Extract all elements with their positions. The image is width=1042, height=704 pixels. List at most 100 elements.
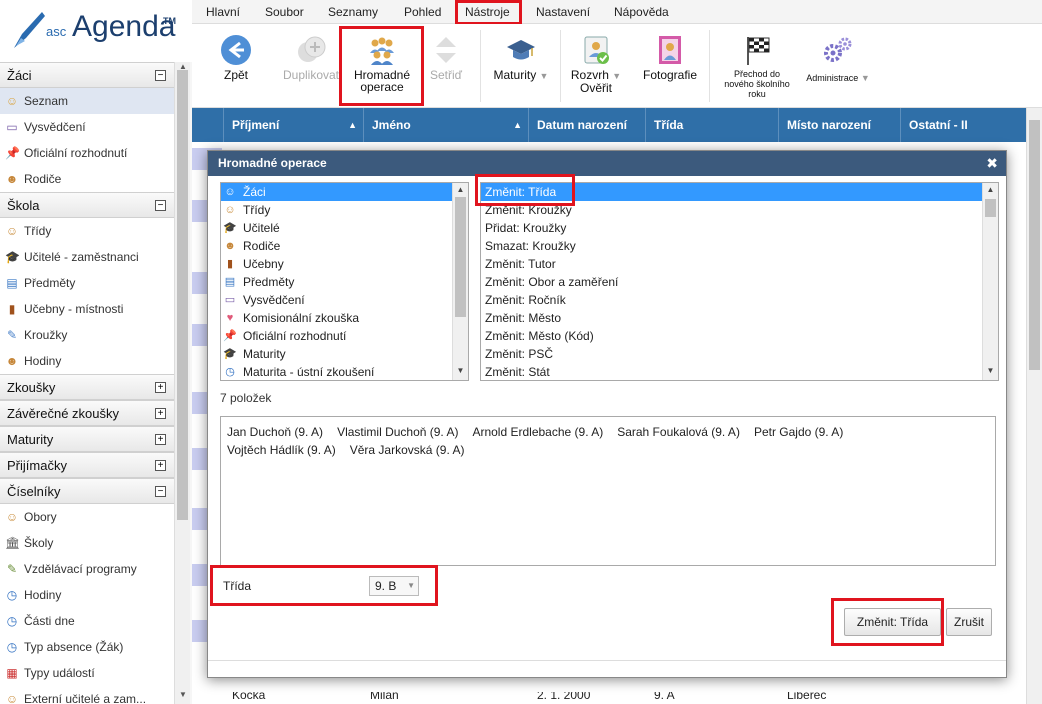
bulk-operations-button[interactable]: Hromadné operace xyxy=(346,24,418,108)
close-icon[interactable]: ✖ xyxy=(986,151,998,176)
sidebar-group-prijimacky[interactable]: Přijímačky + xyxy=(0,452,174,478)
menu-nastroje[interactable]: Nástroje xyxy=(465,0,510,24)
new-school-year-button[interactable]: Přechod do nového školního roku xyxy=(717,24,797,108)
list-item[interactable]: Změnit: Město xyxy=(481,309,982,327)
sidebar-item-ucebny[interactable]: ▮ Učebny - místnosti xyxy=(0,296,174,322)
sidebar-item-skoly[interactable]: 🏛 Školy xyxy=(0,530,174,556)
scroll-down-icon[interactable]: ▼ xyxy=(983,366,998,375)
sort-button[interactable]: Setřiď xyxy=(418,24,474,108)
sidebar-item-tridy[interactable]: ☺ Třídy xyxy=(0,218,174,244)
list-item[interactable]: ♥ Komisionální zkouška xyxy=(221,309,468,327)
list-item[interactable]: ▭ Vysvědčení xyxy=(221,291,468,309)
sidebar-item-obory[interactable]: ☺ Obory xyxy=(0,504,174,530)
sidebar-item-hodiny-skola[interactable]: ☻ Hodiny xyxy=(0,348,174,374)
expand-icon[interactable]: + xyxy=(155,460,166,471)
teacher-icon: 🎓 xyxy=(5,250,20,264)
list-item[interactable]: ☺ Třídy xyxy=(221,201,468,219)
list-item[interactable]: Změnit: Třída xyxy=(481,183,982,201)
class-select[interactable]: 9. B ▼ xyxy=(369,576,419,596)
list-item[interactable]: ▤ Předměty xyxy=(221,273,468,291)
expand-icon[interactable]: + xyxy=(155,382,166,393)
sidebar-item-ucitele[interactable]: 🎓 Učitelé - zaměstnanci xyxy=(0,244,174,270)
sidebar-item-seznam[interactable]: ☺ Seznam xyxy=(0,88,174,114)
column-trida[interactable]: Třída xyxy=(646,108,779,142)
sidebar-scroll-thumb[interactable] xyxy=(177,70,188,520)
expand-icon[interactable]: + xyxy=(155,408,166,419)
sidebar-group-skola[interactable]: Škola − xyxy=(0,192,174,218)
column-datum-narozeni[interactable]: Datum narození xyxy=(529,108,646,142)
sidebar-group-ciselniky[interactable]: Číselníky − xyxy=(0,478,174,504)
column-prijmeni[interactable]: Příjmení ▲ xyxy=(224,108,364,142)
list-item[interactable]: Změnit: Kroužky xyxy=(481,201,982,219)
scroll-down-icon[interactable]: ▼ xyxy=(178,690,188,699)
scroll-down-icon[interactable]: ▼ xyxy=(453,366,468,375)
list-item[interactable]: ◷ Maturita - ústní zkoušení xyxy=(221,363,468,380)
list-item[interactable]: ☺ Žáci xyxy=(221,183,468,201)
teacher-icon: 🎓 xyxy=(223,222,237,234)
column-jmeno[interactable]: Jméno ▲ xyxy=(364,108,529,142)
student-chip: Sarah Foukalová (9. A) xyxy=(617,425,740,439)
menu-soubor[interactable]: Soubor xyxy=(265,0,304,24)
sidebar-item-hodiny[interactable]: ◷ Hodiny xyxy=(0,582,174,608)
sidebar-item-rodice[interactable]: ☻ Rodiče xyxy=(0,166,174,192)
grid-scroll-thumb[interactable] xyxy=(1029,120,1040,370)
back-button[interactable]: Zpět xyxy=(202,24,270,108)
operation-list-scrollbar[interactable]: ▲ ▼ xyxy=(982,183,998,380)
sidebar-item-externi[interactable]: ☺ Externí učitelé a zam... xyxy=(0,686,174,704)
menu-hlavni[interactable]: Hlavní xyxy=(206,0,240,24)
scroll-up-icon[interactable]: ▲ xyxy=(453,185,468,194)
menu-pohled[interactable]: Pohled xyxy=(404,0,441,24)
list-item[interactable]: ☻ Rodiče xyxy=(221,237,468,255)
scroll-up-icon[interactable]: ▲ xyxy=(983,185,998,194)
column-ostatni[interactable]: Ostatní - II xyxy=(901,108,968,142)
entity-listbox[interactable]: ☺ Žáci ☺ Třídy 🎓 Učitelé ☻ Rodiče ▮ Učebny ▤ Předmě… xyxy=(220,182,469,381)
sidebar-scrollbar[interactable]: ▲ ▼ xyxy=(174,62,190,704)
collapse-icon[interactable]: − xyxy=(155,70,166,81)
table-row[interactable]: Kočka Milan 2. 1. 2000 9. A Liberec xyxy=(192,692,1026,704)
collapse-icon[interactable]: − xyxy=(155,486,166,497)
sidebar-group-zaverecne-zkousky[interactable]: Závěrečné zkoušky + xyxy=(0,400,174,426)
list-item[interactable]: 📌 Oficiální rozhodnutí xyxy=(221,327,468,345)
administration-button[interactable]: Administrace ▼ xyxy=(798,24,878,108)
operation-listbox[interactable]: Změnit: Třída Změnit: Kroužky Přidat: Krou… xyxy=(480,182,999,381)
menu-seznamy[interactable]: Seznamy xyxy=(328,0,378,24)
timetable-verify-button[interactable]: Rozvrh ▼ Ověřit xyxy=(566,24,626,108)
expand-icon[interactable]: + xyxy=(155,434,166,445)
list-item[interactable]: Změnit: Město (Kód) xyxy=(481,327,982,345)
cancel-button[interactable]: Zrušit xyxy=(946,608,992,636)
maturity-button[interactable]: Maturity ▼ xyxy=(488,24,554,108)
sidebar-item-casti-dne[interactable]: ◷ Části dne xyxy=(0,608,174,634)
entity-scroll-thumb[interactable] xyxy=(455,197,466,317)
list-item[interactable]: Změnit: Tutor xyxy=(481,255,982,273)
apply-change-button[interactable]: Změnit: Třída xyxy=(844,608,941,636)
list-item[interactable]: Změnit: PSČ xyxy=(481,345,982,363)
operation-scroll-thumb[interactable] xyxy=(985,199,996,217)
list-item[interactable]: Přidat: Kroužky xyxy=(481,219,982,237)
sidebar-item-typy-udalosti[interactable]: ▦ Typy událostí xyxy=(0,660,174,686)
list-item[interactable]: Změnit: Obor a zaměření xyxy=(481,273,982,291)
dialog-footer-divider xyxy=(208,660,1006,661)
sidebar-item-typ-absence[interactable]: ◷ Typ absence (Žák) xyxy=(0,634,174,660)
sidebar-item-predmety[interactable]: ▤ Předměty xyxy=(0,270,174,296)
column-misto-narozeni[interactable]: Místo narození xyxy=(779,108,901,142)
collapse-icon[interactable]: − xyxy=(155,200,166,211)
list-item[interactable]: Změnit: Ročník xyxy=(481,291,982,309)
list-item[interactable]: 🎓 Učitelé xyxy=(221,219,468,237)
sidebar-item-krouzky[interactable]: ✎ Kroužky xyxy=(0,322,174,348)
sidebar-group-zaci[interactable]: Žáci − xyxy=(0,62,174,88)
photos-button[interactable]: Fotografie xyxy=(638,24,702,108)
menu-napoveda[interactable]: Nápověda xyxy=(614,0,669,24)
entity-list-scrollbar[interactable]: ▲ ▼ xyxy=(452,183,468,380)
grid-scrollbar[interactable] xyxy=(1026,108,1042,704)
sidebar-item-vzdelavaci-programy[interactable]: ✎ Vzdělávací programy xyxy=(0,556,174,582)
sidebar-group-zkousky[interactable]: Zkoušky + xyxy=(0,374,174,400)
duplicate-button[interactable]: Duplikovat xyxy=(276,24,346,108)
sidebar-item-oficialni-rozhodnuti[interactable]: 📌 Oficiální rozhodnutí xyxy=(0,140,174,166)
menu-nastaveni[interactable]: Nastavení xyxy=(536,0,590,24)
sidebar-item-vysvedceni[interactable]: ▭ Vysvědčení xyxy=(0,114,174,140)
list-item[interactable]: Smazat: Kroužky xyxy=(481,237,982,255)
list-item[interactable]: ▮ Učebny xyxy=(221,255,468,273)
list-item[interactable]: Změnit: Stát xyxy=(481,363,982,380)
list-item[interactable]: 🎓 Maturity xyxy=(221,345,468,363)
sidebar-group-maturity[interactable]: Maturity + xyxy=(0,426,174,452)
